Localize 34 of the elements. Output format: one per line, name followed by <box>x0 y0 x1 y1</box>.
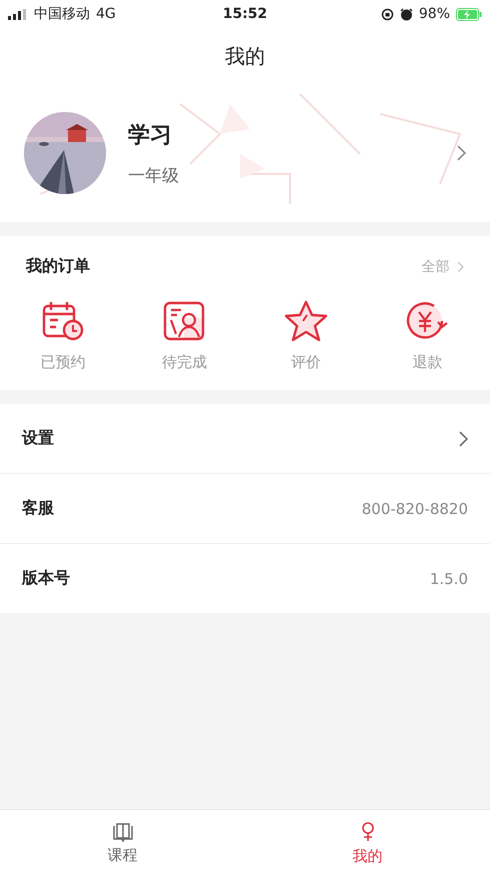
rotation-lock-icon <box>380 8 394 20</box>
settings-row[interactable]: 设置 <box>0 404 490 474</box>
book-icon <box>112 822 134 842</box>
alarm-icon <box>400 8 413 20</box>
order-shortcut[interactable]: 退款 <box>366 299 488 372</box>
order-shortcut[interactable]: 待完成 <box>124 299 245 372</box>
settings-row[interactable]: 版本号 1.5.0 <box>0 544 490 613</box>
row-value: 1.5.0 <box>430 570 468 588</box>
section-title: 我的订单 <box>26 256 90 277</box>
row-label: 设置 <box>22 428 54 449</box>
clock: 15:52 <box>222 6 268 22</box>
order-shortcut[interactable]: 评价 <box>245 299 366 372</box>
profile-card-icon <box>162 300 206 342</box>
profile-header[interactable]: 学习 一年级 <box>0 84 490 222</box>
chevron-right-icon <box>458 430 468 448</box>
battery-percent: 98% <box>418 6 450 22</box>
settings-row[interactable]: 客服 800-820-8820 <box>0 474 490 544</box>
network-type: 4G <box>96 6 116 22</box>
user-name: 学习 <box>128 122 173 150</box>
signal-icon <box>8 8 28 20</box>
row-value: 800-820-8820 <box>362 500 468 518</box>
order-shortcut[interactable]: 已预约 <box>2 299 124 372</box>
battery-charging-icon <box>456 8 482 20</box>
view-all-link[interactable]: 全部 <box>421 258 464 276</box>
chevron-right-icon <box>457 260 464 272</box>
tab-bar-item[interactable]: 我的 <box>245 810 490 876</box>
calendar-clock-icon <box>40 300 85 342</box>
tab-bar-item[interactable]: 课程 <box>0 810 245 876</box>
user-grade: 一年级 <box>128 164 180 186</box>
chevron-right-icon <box>456 144 466 162</box>
carrier: 中国移动 <box>34 5 90 23</box>
row-label: 版本号 <box>22 568 70 589</box>
row-label: 客服 <box>22 498 54 519</box>
page-title: 我的 <box>225 42 265 70</box>
